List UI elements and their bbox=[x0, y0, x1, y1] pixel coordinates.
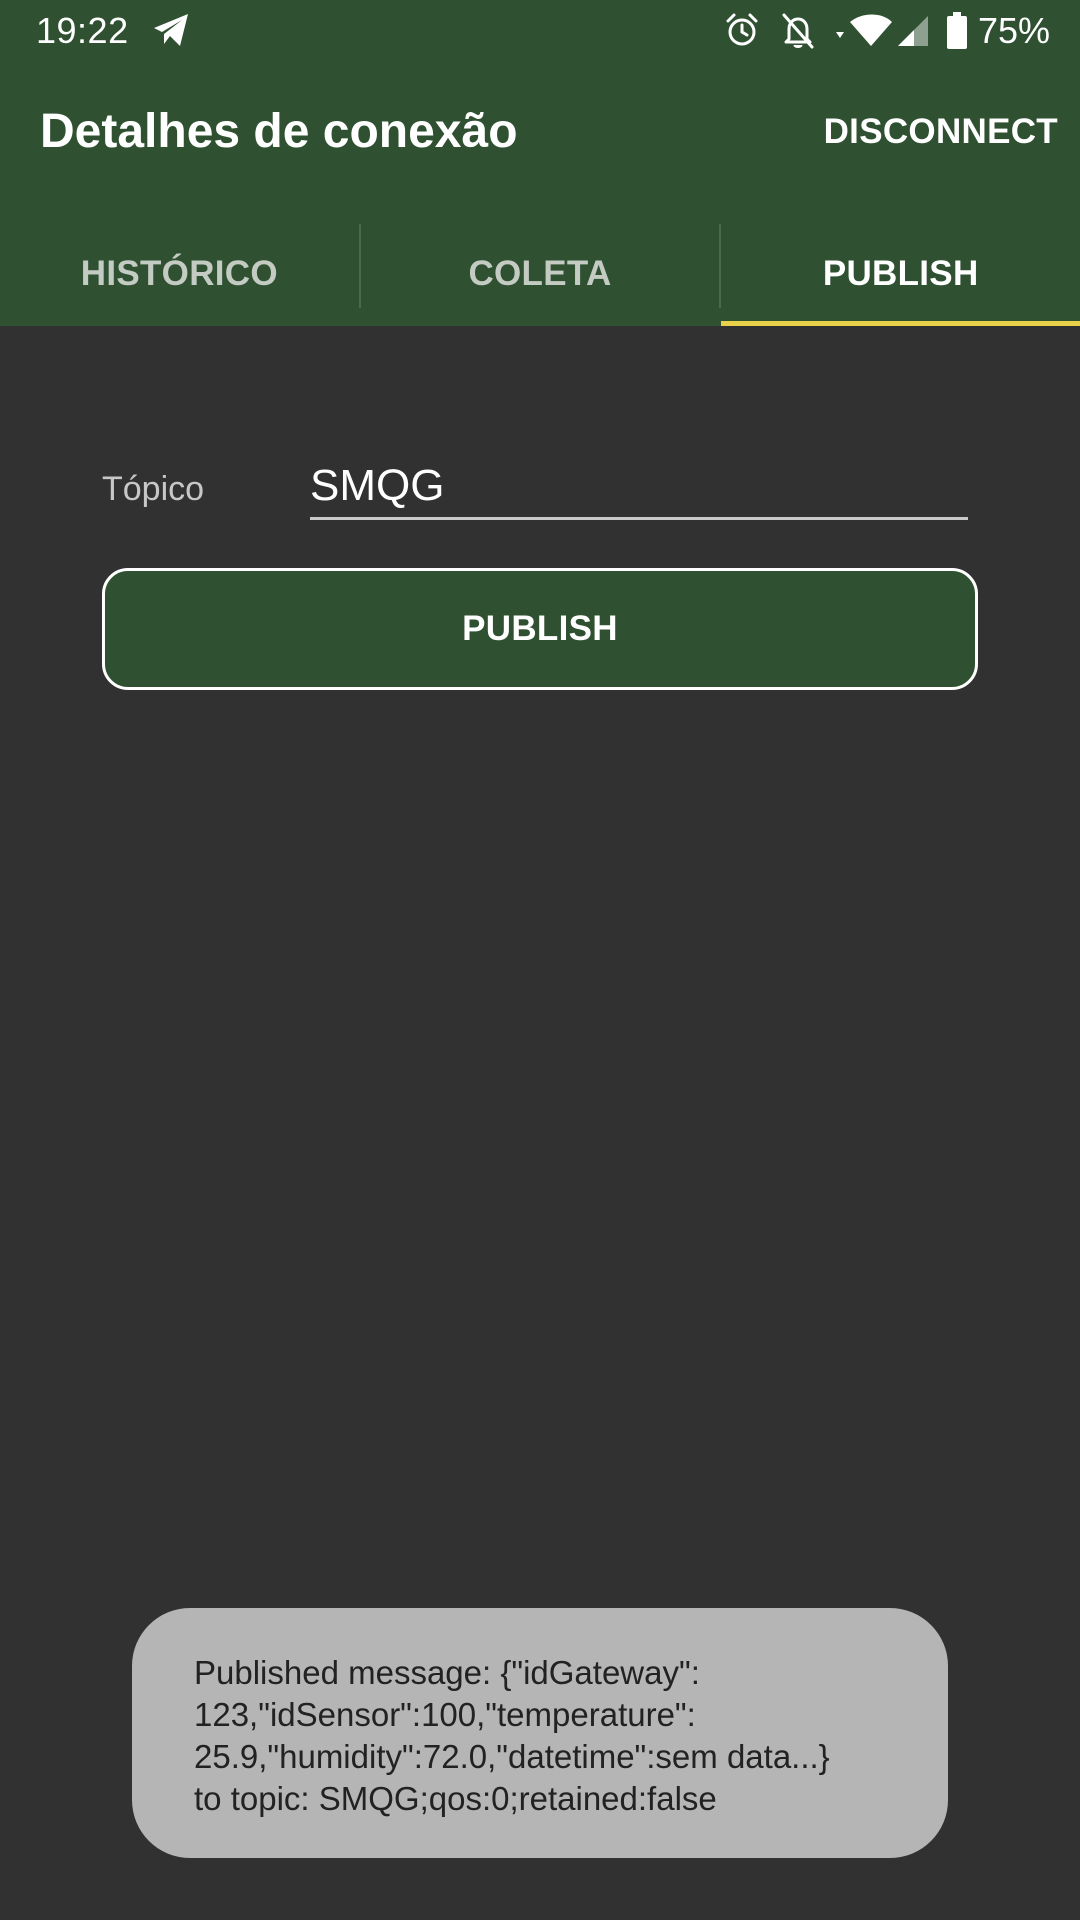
tab-coleta-label: COLETA bbox=[468, 254, 612, 293]
topic-input[interactable]: SMQG bbox=[310, 452, 968, 520]
tab-coleta[interactable]: COLETA bbox=[361, 222, 720, 326]
tab-bar: HISTÓRICO COLETA PUBLISH bbox=[0, 222, 1080, 326]
tab-historico[interactable]: HISTÓRICO bbox=[0, 222, 359, 326]
status-time: 19:22 bbox=[36, 10, 129, 51]
toast-line: to topic: SMQG;qos:0;retained:false bbox=[194, 1780, 717, 1817]
status-bar: 19:22 75% bbox=[0, 0, 1080, 64]
cell-signal-icon bbox=[898, 16, 928, 46]
topic-label: Tópico bbox=[102, 470, 205, 508]
app-bar: 19:22 75% Detalhes de conexão DISCONNECT… bbox=[0, 0, 1080, 326]
toast-line: 25.9,"humidity":72.0,"datetime":sem data… bbox=[194, 1738, 830, 1775]
tab-historico-label: HISTÓRICO bbox=[80, 254, 278, 293]
publish-button[interactable]: PUBLISH bbox=[102, 568, 978, 690]
disconnect-button[interactable]: DISCONNECT bbox=[824, 112, 1058, 152]
battery-icon bbox=[947, 12, 967, 49]
battery-percentage: 75% bbox=[978, 10, 1051, 51]
telegram-icon bbox=[154, 14, 188, 46]
toast-line: 123,"idSensor":100,"temperature": bbox=[194, 1696, 696, 1733]
active-tab-indicator bbox=[721, 321, 1080, 326]
tab-publish-label: PUBLISH bbox=[822, 254, 979, 293]
notifications-off-icon bbox=[782, 13, 814, 49]
alarm-icon bbox=[726, 13, 758, 46]
toast-message: Published message: {"idGateway": 123,"id… bbox=[132, 1608, 948, 1858]
tab-publish[interactable]: PUBLISH bbox=[721, 222, 1080, 326]
publish-button-label: PUBLISH bbox=[462, 609, 618, 648]
wifi-icon bbox=[836, 14, 892, 46]
page-title: Detalhes de conexão bbox=[40, 105, 518, 158]
toast-line: Published message: {"idGateway": bbox=[194, 1654, 700, 1691]
